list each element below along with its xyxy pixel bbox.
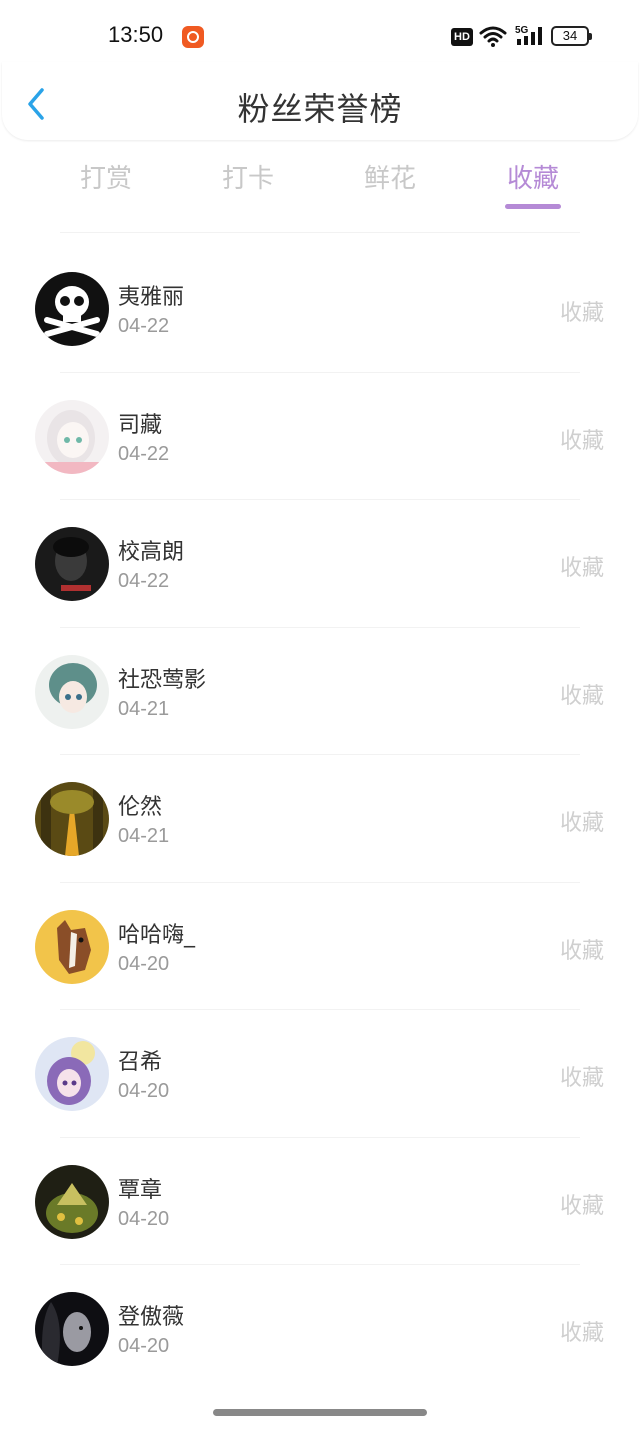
fan-name: 夷雅丽 — [118, 285, 185, 310]
list-item[interactable]: 夷雅丽 04-22 收藏 — [0, 245, 640, 373]
nav-header: 粉丝荣誉榜 — [2, 62, 638, 140]
tab-flowers[interactable]: 鲜花 — [330, 158, 450, 195]
tab-tip[interactable]: 打赏 — [46, 158, 166, 195]
page-title: 粉丝荣誉榜 — [237, 90, 403, 128]
avatar — [35, 1292, 109, 1366]
fan-name: 登傲薇 — [118, 1305, 185, 1330]
avatar — [35, 272, 109, 346]
hd-badge: HD — [451, 28, 473, 46]
avatar — [35, 1164, 109, 1239]
favorite-label: 收藏 — [559, 938, 604, 964]
fan-list: 夷雅丽 04-22 收藏 司藏 04-22 收藏 校高朗 04-22 收藏 社恐… — [0, 245, 640, 1393]
avatar — [35, 654, 109, 729]
favorite-label: 收藏 — [559, 1066, 604, 1091]
fan-date: 04-20 — [118, 952, 170, 975]
fan-date: 04-20 — [118, 1080, 170, 1102]
favorite-label: 收藏 — [559, 1321, 604, 1346]
list-item[interactable]: 哈哈嗨_ 04-20 收藏 — [0, 883, 640, 1011]
svg-text:5G: 5G — [515, 25, 529, 36]
tab-bar: 打赏 打卡 鲜花 收藏 — [0, 158, 640, 218]
app-notification-icon — [182, 26, 204, 48]
fan-name: 哈哈嗨_ — [118, 922, 196, 948]
list-item[interactable]: 司藏 04-22 收藏 — [0, 373, 640, 501]
fan-name: 司藏 — [118, 412, 163, 438]
status-time: 13:50 — [108, 22, 164, 47]
favorite-label: 收藏 — [559, 683, 604, 709]
list-item[interactable]: 登傲薇 04-20 收藏 — [0, 1265, 640, 1393]
fan-date: 04-22 — [118, 570, 170, 592]
avatar — [35, 782, 109, 856]
avatar — [35, 527, 109, 601]
home-indicator[interactable] — [213, 1409, 427, 1416]
fan-name: 伦然 — [118, 795, 163, 820]
fan-date: 04-22 — [118, 315, 170, 337]
cellular-signal-icon: 5G — [515, 25, 542, 45]
favorite-label: 收藏 — [559, 301, 604, 326]
fan-date: 04-20 — [118, 1335, 170, 1357]
list-item[interactable]: 覃章 04-20 收藏 — [0, 1138, 640, 1266]
list-item[interactable]: 校高朗 04-22 收藏 — [0, 500, 640, 628]
wifi-icon — [479, 26, 507, 47]
avatar — [35, 909, 109, 984]
fan-name: 校高朗 — [118, 540, 185, 565]
active-tab-indicator — [505, 204, 561, 209]
list-item[interactable]: 召希 04-20 收藏 — [0, 1010, 640, 1138]
tab-favorites[interactable]: 收藏 — [473, 158, 593, 195]
favorite-label: 收藏 — [559, 428, 604, 454]
fan-date: 04-21 — [118, 825, 170, 847]
tab-checkin[interactable]: 打卡 — [188, 158, 308, 195]
list-item[interactable]: 社恐莺影 04-21 收藏 — [0, 628, 640, 756]
avatar — [35, 399, 109, 474]
list-item[interactable]: 伦然 04-21 收藏 — [0, 755, 640, 883]
battery-icon: 34 — [551, 26, 592, 46]
avatar — [35, 1037, 109, 1111]
fan-name: 社恐莺影 — [118, 667, 207, 693]
fan-name: 召希 — [118, 1050, 163, 1075]
fan-date: 04-20 — [118, 1207, 170, 1230]
fan-date: 04-22 — [118, 442, 170, 465]
favorite-label: 收藏 — [559, 1193, 604, 1219]
favorite-label: 收藏 — [559, 556, 604, 581]
fan-name: 覃章 — [118, 1177, 163, 1203]
divider — [60, 232, 580, 233]
fan-date: 04-21 — [118, 697, 170, 720]
favorite-label: 收藏 — [559, 811, 604, 836]
